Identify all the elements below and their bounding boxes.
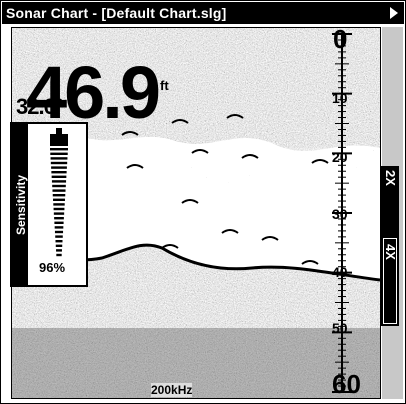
sensitivity-bar-segment [55,240,63,243]
sensitivity-bar-segment [50,161,68,165]
sensitivity-bar-segment [51,180,67,183]
sonar-chart-window: Sonar Chart - [Default Chart.slg] 46.9 f… [0,0,406,404]
sensitivity-slider[interactable] [34,128,84,258]
sensitivity-bar-segment [54,221,64,224]
sensitivity-label: Sensitivity [14,174,28,236]
sensitivity-bar-segment [54,230,64,234]
depth-label-30: 30 [332,206,348,222]
depth-label-20: 20 [332,149,348,165]
zoom-option-2x[interactable]: 2X [381,170,399,186]
sensitivity-bar-segment [55,244,63,247]
frequency-label: 200kHz [151,383,193,397]
sensitivity-panel[interactable]: Sensitivity 96% [10,122,88,287]
title-bar: Sonar Chart - [Default Chart.slg] [2,2,404,24]
sensitivity-bar-segment [55,235,63,238]
sensitivity-bar-segment [53,212,65,215]
sensitivity-bar-segment [56,249,62,252]
sensitivity-bar-segment [56,253,62,257]
sensitivity-bar-segment [54,217,64,220]
sensitivity-bar-segment [52,189,66,192]
sensitivity-bar-segment [51,171,67,174]
temperature-readout: 32.0° [16,94,64,119]
menu-arrow-icon[interactable] [390,7,398,19]
sensitivity-bar-segment [50,152,68,155]
depth-label-50: 50 [332,320,348,336]
sensitivity-bar-segment [51,175,67,178]
sensitivity-bar-segment [53,198,65,201]
sensitivity-bar-segment [51,166,67,169]
zoom-selector[interactable]: 2X 4X [381,166,399,326]
sensitivity-bar-segment [52,184,66,188]
depth-label-0: 0 [333,27,348,54]
sensitivity-bar-segment [53,207,65,211]
depth-label-40: 40 [332,264,348,280]
sensitivity-bar-segment [50,148,68,151]
zoom-option-4x[interactable]: 4X [381,244,399,260]
sensitivity-value: 96% [39,260,66,275]
depth-label-10: 10 [332,90,348,106]
sensitivity-bar-segment [53,203,65,206]
sensitivity-bar-segment [50,157,68,160]
sensitivity-label-strip: Sensitivity [12,124,28,285]
depth-label-60: 60 [332,369,361,399]
depth-unit: ft [160,78,169,93]
sensitivity-bar-segment [54,226,64,229]
window-title: Sonar Chart - [Default Chart.slg] [6,5,227,21]
sensitivity-bar-segment [52,194,66,197]
